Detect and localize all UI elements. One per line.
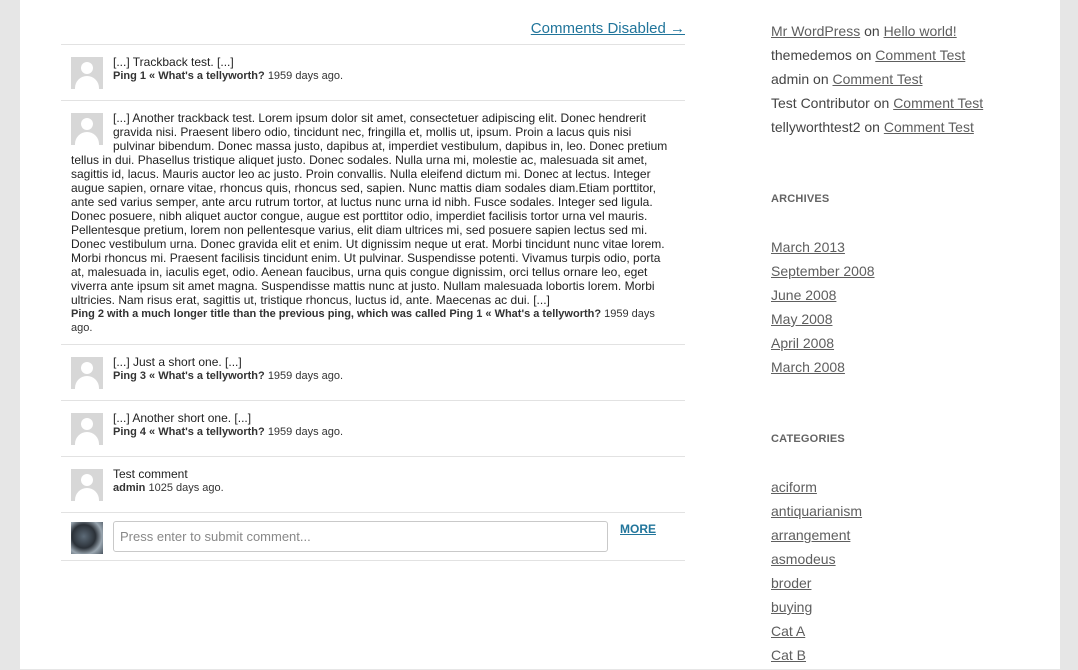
category-item: Cat B — [771, 646, 862, 670]
comment-text: [...] Another trackback test. Lorem ipsu… — [71, 111, 668, 307]
recent-comment-item: Mr WordPress on Hello world! — [771, 22, 1031, 46]
avatar — [71, 357, 103, 389]
comments-disabled: Comments Disabled → — [61, 20, 685, 38]
archives-list: March 2013 September 2008 June 2008 May … — [771, 238, 875, 382]
archive-link[interactable]: May 2008 — [771, 311, 832, 327]
comment-text: Test comment — [113, 467, 188, 481]
recent-comment-post[interactable]: Comment Test — [893, 95, 983, 111]
recent-comment-post[interactable]: Hello world! — [884, 23, 957, 39]
recent-comment-author[interactable]: Mr WordPress — [771, 23, 860, 39]
archive-item: March 2013 — [771, 238, 875, 262]
comment-age: 1959 days ago. — [267, 70, 344, 82]
comment-author[interactable]: Ping 3 « What's a tellyworth? — [113, 370, 265, 382]
category-link[interactable]: broder — [771, 575, 811, 591]
avatar — [71, 469, 103, 501]
archive-link[interactable]: April 2008 — [771, 335, 834, 351]
comment-item: [...] Trackback test. [...] Ping 1 « Wha… — [61, 45, 685, 101]
comment-meta: Ping 4 « What's a tellyworth? 1959 days … — [71, 425, 675, 439]
comment-author[interactable]: Ping 4 « What's a tellyworth? — [113, 426, 265, 438]
category-item: antiquarianism — [771, 502, 862, 526]
avatar — [71, 113, 103, 145]
archive-item: March 2008 — [771, 358, 875, 382]
more-link[interactable]: MORE — [620, 522, 656, 536]
recent-comment-author: Test Contributor — [771, 95, 870, 111]
categories-heading: CATEGORIES — [771, 433, 845, 445]
category-link[interactable]: Cat A — [771, 623, 805, 639]
comment-age: 1959 days ago. — [267, 426, 344, 438]
recent-comment-post[interactable]: Comment Test — [833, 71, 923, 87]
category-item: arrangement — [771, 526, 862, 550]
archive-item: April 2008 — [771, 334, 875, 358]
recent-comment-author: themedemos — [771, 47, 852, 63]
comment-meta: admin 1025 days ago. — [71, 481, 675, 495]
recent-comment-item: themedemos on Comment Test — [771, 46, 1031, 70]
page: Comments Disabled → [...] Trackback test… — [20, 0, 1060, 669]
archive-link[interactable]: March 2008 — [771, 359, 845, 375]
archive-link[interactable]: March 2013 — [771, 239, 845, 255]
recent-comments-list: Mr WordPress on Hello world! themedemos … — [771, 22, 1031, 142]
category-item: buying — [771, 598, 862, 622]
category-item: asmodeus — [771, 550, 862, 574]
comment-age: 1959 days ago. — [267, 370, 344, 382]
category-link[interactable]: asmodeus — [771, 551, 836, 567]
recent-comment-on: on — [813, 71, 829, 87]
recent-comment-item: Test Contributor on Comment Test — [771, 94, 1031, 118]
recent-comment-on: on — [855, 47, 872, 63]
recent-comment-item: tellyworthtest2 on Comment Test — [771, 118, 1031, 142]
categories-list: aciform antiquarianism arrangement asmod… — [771, 478, 862, 670]
comments-disabled-link[interactable]: Comments Disabled → — [531, 20, 685, 37]
comment-meta: Ping 1 « What's a tellyworth? 1959 days … — [71, 69, 675, 83]
comment-meta: Ping 3 « What's a tellyworth? 1959 days … — [71, 369, 675, 383]
category-link[interactable]: antiquarianism — [771, 503, 862, 519]
comment-text: [...] Another short one. [...] — [113, 411, 252, 425]
avatar — [71, 57, 103, 89]
comment-author[interactable]: Ping 1 « What's a tellyworth? — [113, 70, 265, 82]
comment-text: [...] Trackback test. [...] — [113, 55, 234, 69]
archives-heading: ARCHIVES — [771, 193, 830, 205]
recent-comment-post[interactable]: Comment Test — [884, 119, 974, 135]
category-link[interactable]: Cat B — [771, 647, 806, 663]
category-link[interactable]: buying — [771, 599, 812, 615]
category-item: Cat A — [771, 622, 862, 646]
recent-comment-item: admin on Comment Test — [771, 70, 1031, 94]
recent-comment-author: admin — [771, 71, 810, 87]
comment-item: [...] Just a short one. [...] Ping 3 « W… — [61, 345, 685, 401]
recent-comment-author: tellyworthtest2 — [771, 119, 861, 135]
recent-comment-on: on — [864, 119, 880, 135]
category-item: aciform — [771, 478, 862, 502]
category-link[interactable]: aciform — [771, 479, 817, 495]
comment-author[interactable]: Ping 2 with a much longer title than the… — [71, 308, 601, 320]
recent-comment-on: on — [864, 23, 880, 39]
comment-item: Test comment admin 1025 days ago. — [61, 457, 685, 513]
recent-comment-post[interactable]: Comment Test — [875, 47, 965, 63]
comment-age: 1025 days ago. — [148, 482, 224, 494]
archive-link[interactable]: June 2008 — [771, 287, 836, 303]
avatar — [71, 413, 103, 445]
archive-item: June 2008 — [771, 286, 875, 310]
comment-item: [...] Another short one. [...] Ping 4 « … — [61, 401, 685, 457]
comment-text: [...] Just a short one. [...] — [113, 355, 242, 369]
current-user-avatar — [71, 522, 103, 554]
archive-link[interactable]: September 2008 — [771, 263, 875, 279]
archive-item: May 2008 — [771, 310, 875, 334]
comment-input[interactable] — [113, 521, 608, 552]
archive-item: September 2008 — [771, 262, 875, 286]
comment-thread: [...] Trackback test. [...] Ping 1 « Wha… — [61, 44, 685, 561]
category-item: broder — [771, 574, 862, 598]
comment-meta: Ping 2 with a much longer title than the… — [71, 307, 675, 335]
comment-item: [...] Another trackback test. Lorem ipsu… — [61, 101, 685, 345]
category-link[interactable]: arrangement — [771, 527, 850, 543]
reply-form: MORE — [61, 513, 685, 561]
recent-comment-on: on — [873, 95, 890, 111]
comment-author[interactable]: admin — [113, 482, 145, 494]
